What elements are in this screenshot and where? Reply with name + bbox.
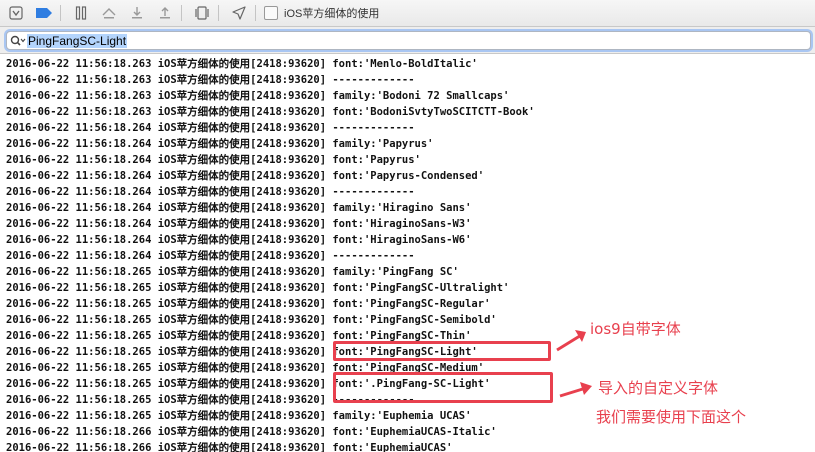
toolbar-divider (181, 5, 182, 21)
log-line: 2016-06-22 11:56:18.264 iOS苹方细体的使用[2418:… (6, 186, 415, 198)
toolbar-divider (255, 5, 256, 21)
log-line: 2016-06-22 11:56:18.264 iOS苹方细体的使用[2418:… (6, 218, 472, 230)
breakpoints-toggle-icon[interactable] (32, 2, 56, 24)
highlight-box-system-font (333, 341, 551, 361)
search-icon[interactable] (9, 34, 27, 48)
log-line: 2016-06-22 11:56:18.263 iOS苹方细体的使用[2418:… (6, 90, 510, 102)
toolbar-divider (218, 5, 219, 21)
log-line: 2016-06-22 11:56:18.264 iOS苹方细体的使用[2418:… (6, 250, 415, 262)
log-line: 2016-06-22 11:56:18.265 iOS苹方细体的使用[2418:… (6, 298, 491, 310)
log-line: 2016-06-22 11:56:18.266 iOS苹方细体的使用[2418:… (6, 426, 497, 438)
simulate-location-icon[interactable] (227, 2, 251, 24)
annotation-system-font: ios9自带字体 (590, 320, 681, 338)
search-input-value[interactable]: PingFangSC-Light (27, 33, 128, 48)
breadcrumb-label: iOS苹方细体的使用 (284, 8, 380, 20)
annotation-arrow-icon (556, 330, 586, 352)
log-line: 2016-06-22 11:56:18.265 iOS苹方细体的使用[2418:… (6, 314, 497, 326)
toolbar-divider (60, 5, 61, 21)
debug-view-hierarchy-icon[interactable] (190, 2, 214, 24)
target-app-icon (264, 6, 278, 20)
log-line: 2016-06-22 11:56:18.264 iOS苹方细体的使用[2418:… (6, 122, 415, 134)
console-output[interactable]: 2016-06-22 11:56:18.263 iOS苹方细体的使用[2418:… (0, 54, 815, 452)
step-out-icon[interactable] (153, 2, 177, 24)
log-line: 2016-06-22 11:56:18.265 iOS苹方细体的使用[2418:… (6, 266, 459, 278)
log-line: 2016-06-22 11:56:18.263 iOS苹方细体的使用[2418:… (6, 58, 478, 70)
log-line: 2016-06-22 11:56:18.265 iOS苹方细体的使用[2418:… (6, 282, 510, 294)
highlight-box-custom-font (333, 372, 553, 403)
hide-debug-area-icon[interactable] (4, 2, 28, 24)
log-line: 2016-06-22 11:56:18.266 iOS苹方细体的使用[2418:… (6, 442, 453, 452)
log-line: 2016-06-22 11:56:18.264 iOS苹方细体的使用[2418:… (6, 138, 434, 150)
log-line: 2016-06-22 11:56:18.263 iOS苹方细体的使用[2418:… (6, 106, 535, 118)
annotation-arrow-icon (559, 382, 592, 398)
log-line: 2016-06-22 11:56:18.264 iOS苹方细体的使用[2418:… (6, 154, 421, 166)
log-line: 2016-06-22 11:56:18.264 iOS苹方细体的使用[2418:… (6, 234, 472, 246)
process-breadcrumb[interactable]: iOS苹方细体的使用 (264, 5, 379, 21)
log-line: 2016-06-22 11:56:18.264 iOS苹方细体的使用[2418:… (6, 202, 472, 214)
step-into-icon[interactable] (125, 2, 149, 24)
console-filter-bar: PingFangSC-Light (0, 27, 815, 54)
log-line: 2016-06-22 11:56:18.263 iOS苹方细体的使用[2418:… (6, 74, 415, 86)
debug-toolbar: iOS苹方细体的使用 (0, 0, 815, 27)
console-search-field[interactable]: PingFangSC-Light (6, 31, 811, 50)
log-line: 2016-06-22 11:56:18.264 iOS苹方细体的使用[2418:… (6, 170, 485, 182)
step-over-icon[interactable] (97, 2, 121, 24)
pause-icon[interactable] (69, 2, 93, 24)
annotation-use-this: 我们需要使用下面这个 (596, 408, 747, 426)
annotation-custom-font: 导入的自定义字体 (598, 379, 719, 397)
log-line: 2016-06-22 11:56:18.265 iOS苹方细体的使用[2418:… (6, 410, 472, 422)
